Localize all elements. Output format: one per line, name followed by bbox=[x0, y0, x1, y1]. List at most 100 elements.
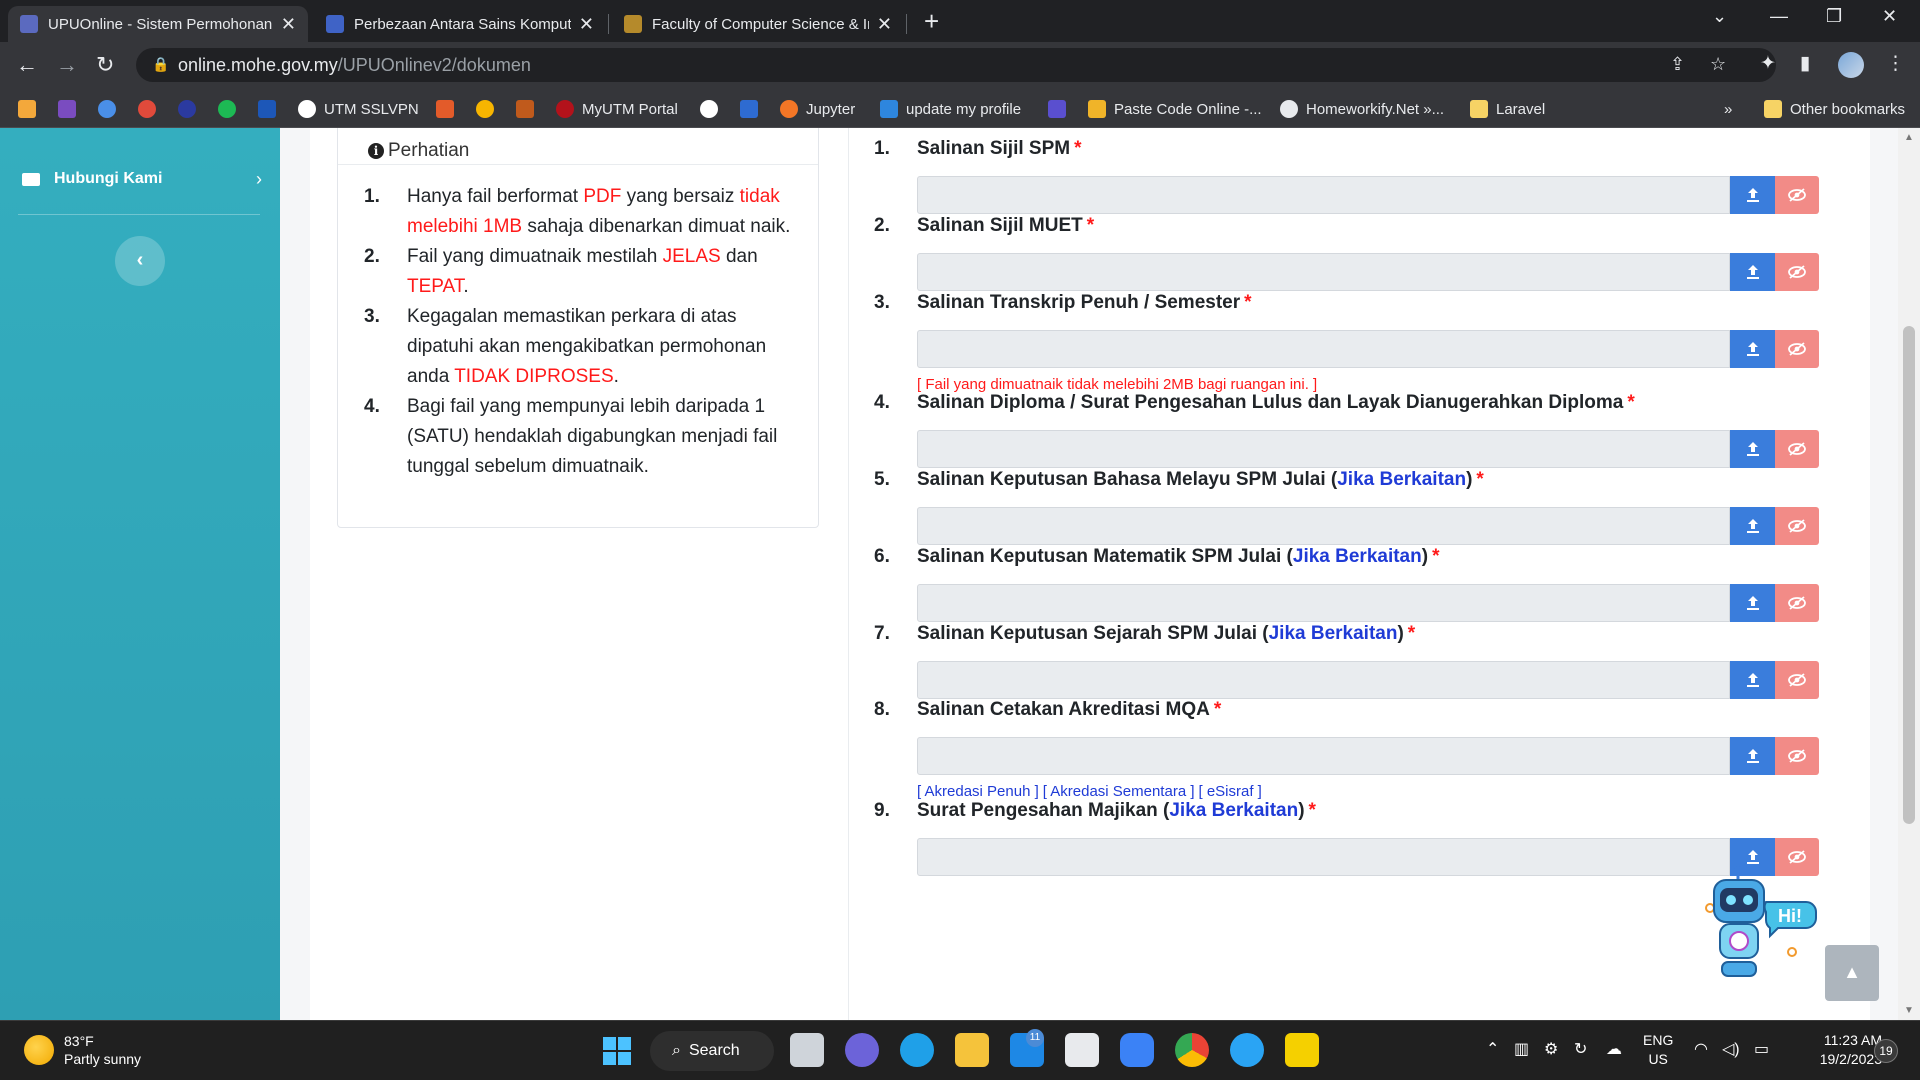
bookmark-item[interactable] bbox=[218, 98, 236, 120]
accreditation-link[interactable]: [ eSisraf ] bbox=[1199, 783, 1262, 800]
notification-badge[interactable]: 19 bbox=[1874, 1039, 1898, 1063]
bookmark-item[interactable] bbox=[178, 98, 196, 120]
tab-search-icon[interactable]: ⌄ bbox=[1712, 6, 1727, 27]
upload-button[interactable] bbox=[1730, 430, 1775, 468]
wifi-icon[interactable]: ◠ bbox=[1694, 1039, 1708, 1059]
side-panel-icon[interactable]: ▮ bbox=[1800, 52, 1810, 75]
tab-upuonline[interactable]: UPUOnline - Sistem Permohonan ✕ bbox=[8, 6, 308, 42]
bookmark-item[interactable] bbox=[1048, 98, 1066, 120]
file-input-field[interactable] bbox=[917, 838, 1730, 876]
scroll-up-icon[interactable]: ▲ bbox=[1904, 132, 1914, 143]
bookmark-item[interactable] bbox=[138, 98, 156, 120]
input-language[interactable]: ENG US bbox=[1643, 1031, 1673, 1069]
bookmark-jupyter[interactable]: Jupyter bbox=[780, 98, 855, 120]
windows-start-icon[interactable] bbox=[603, 1037, 631, 1065]
show-hidden-icons-icon[interactable]: ⌃ bbox=[1486, 1039, 1499, 1059]
file-input-field[interactable] bbox=[917, 507, 1730, 545]
bookmark-item[interactable] bbox=[476, 98, 494, 120]
weather-widget[interactable]: 83°F Partly sunny bbox=[24, 1032, 141, 1068]
bookmark-item[interactable] bbox=[740, 98, 758, 120]
file-input-field[interactable] bbox=[917, 737, 1730, 775]
upload-button[interactable] bbox=[1730, 661, 1775, 699]
volume-icon[interactable]: ◁) bbox=[1722, 1039, 1740, 1059]
file-input-field[interactable] bbox=[917, 253, 1730, 291]
upload-button[interactable] bbox=[1730, 176, 1775, 214]
upload-button[interactable] bbox=[1730, 330, 1775, 368]
bookmark-update-profile[interactable]: update my profile bbox=[880, 98, 1021, 120]
bookmark-myutm-portal[interactable]: MyUTM Portal bbox=[556, 98, 678, 120]
tab-perbezaan[interactable]: Perbezaan Antara Sains Komputer ✕ bbox=[314, 6, 606, 42]
bookmark-item[interactable] bbox=[516, 98, 534, 120]
profile-avatar[interactable] bbox=[1838, 52, 1864, 78]
bookmark-utm-sslvpn[interactable]: UTM SSLVPN bbox=[298, 98, 419, 120]
forward-icon[interactable]: → bbox=[56, 52, 78, 78]
bookmark-laravel[interactable]: Laravel bbox=[1470, 98, 1545, 120]
battery-icon[interactable]: ▭ bbox=[1754, 1039, 1769, 1059]
close-tab-icon[interactable]: ✕ bbox=[579, 14, 594, 35]
tab-faculty[interactable]: Faculty of Computer Science & In ✕ bbox=[612, 6, 904, 42]
view-file-button[interactable] bbox=[1775, 330, 1819, 368]
bookmark-item[interactable] bbox=[58, 98, 76, 120]
bookmarks-overflow-icon[interactable]: » bbox=[1724, 98, 1732, 120]
scrollbar-thumb[interactable] bbox=[1903, 326, 1915, 824]
app-icon[interactable] bbox=[1230, 1033, 1264, 1067]
extensions-icon[interactable]: ✦ bbox=[1760, 52, 1776, 75]
store-icon[interactable] bbox=[1065, 1033, 1099, 1067]
sticky-notes-icon[interactable] bbox=[1285, 1033, 1319, 1067]
chrome-icon[interactable] bbox=[1175, 1033, 1209, 1067]
scroll-to-top-button[interactable]: ▲ bbox=[1825, 945, 1879, 1001]
bookmark-item[interactable] bbox=[436, 98, 454, 120]
bookmark-item[interactable] bbox=[258, 98, 276, 120]
chat-app-icon[interactable] bbox=[1120, 1033, 1154, 1067]
file-input-field[interactable] bbox=[917, 330, 1730, 368]
close-tab-icon[interactable]: ✕ bbox=[877, 14, 892, 35]
file-input-field[interactable] bbox=[917, 584, 1730, 622]
accreditation-link[interactable]: [ Akredasi Penuh ] bbox=[917, 783, 1039, 800]
sidebar-item-hubungi-kami[interactable]: Hubungi Kami › bbox=[22, 169, 262, 189]
other-bookmarks[interactable]: Other bookmarks bbox=[1764, 98, 1905, 120]
page-scrollbar[interactable]: ▲ ▼ bbox=[1898, 128, 1920, 1020]
scroll-down-icon[interactable]: ▼ bbox=[1904, 1005, 1914, 1016]
file-input-field[interactable] bbox=[917, 661, 1730, 699]
chatbot-mascot-icon[interactable]: Hi! bbox=[1700, 866, 1820, 984]
file-input-field[interactable] bbox=[917, 430, 1730, 468]
view-file-button[interactable] bbox=[1775, 176, 1819, 214]
back-icon[interactable]: ← bbox=[16, 52, 38, 78]
file-explorer-icon[interactable] bbox=[955, 1033, 989, 1067]
view-file-button[interactable] bbox=[1775, 430, 1819, 468]
menu-icon[interactable]: ⋮ bbox=[1886, 52, 1905, 75]
tray-app-icon[interactable]: ▥ bbox=[1514, 1039, 1529, 1059]
bookmark-item[interactable] bbox=[18, 98, 36, 120]
task-view-icon[interactable] bbox=[790, 1033, 824, 1067]
upload-button[interactable] bbox=[1730, 584, 1775, 622]
onedrive-icon[interactable]: ☁ bbox=[1606, 1039, 1622, 1059]
upload-button[interactable] bbox=[1730, 507, 1775, 545]
bookmark-star-icon[interactable]: ☆ bbox=[1710, 54, 1726, 75]
new-tab-icon[interactable]: + bbox=[924, 6, 939, 37]
address-bar[interactable]: 🔒 online.mohe.gov.my/UPUOnlinev2/dokumen… bbox=[136, 48, 1776, 82]
taskbar-search[interactable]: ⌕ Search bbox=[650, 1031, 774, 1071]
close-tab-icon[interactable]: ✕ bbox=[281, 14, 296, 35]
clock[interactable]: 11:23 AM 19/2/2023 bbox=[1792, 1031, 1882, 1069]
bookmark-homeworkify[interactable]: Homeworkify.Net »... bbox=[1280, 98, 1444, 120]
view-file-button[interactable] bbox=[1775, 507, 1819, 545]
view-file-button[interactable] bbox=[1775, 737, 1819, 775]
minimize-icon[interactable]: — bbox=[1770, 6, 1788, 27]
upload-button[interactable] bbox=[1730, 253, 1775, 291]
view-file-button[interactable] bbox=[1775, 661, 1819, 699]
view-file-button[interactable] bbox=[1775, 253, 1819, 291]
teams-chat-icon[interactable] bbox=[845, 1033, 879, 1067]
sidebar-collapse-button[interactable]: ‹ bbox=[115, 236, 165, 286]
accreditation-link[interactable]: [ Akredasi Sementara ] bbox=[1043, 783, 1195, 800]
view-file-button[interactable] bbox=[1775, 584, 1819, 622]
maximize-icon[interactable]: ❐ bbox=[1826, 6, 1842, 27]
tray-settings-icon[interactable]: ⚙ bbox=[1544, 1039, 1558, 1059]
file-input-field[interactable] bbox=[917, 176, 1730, 214]
bookmark-paste-code[interactable]: Paste Code Online -... bbox=[1088, 98, 1262, 120]
edge-icon[interactable] bbox=[900, 1033, 934, 1067]
upload-button[interactable] bbox=[1730, 737, 1775, 775]
bookmark-item[interactable] bbox=[98, 98, 116, 120]
close-window-icon[interactable]: ✕ bbox=[1882, 6, 1897, 27]
tray-sync-icon[interactable]: ↻ bbox=[1574, 1039, 1587, 1059]
reload-icon[interactable]: ↻ bbox=[96, 52, 114, 78]
